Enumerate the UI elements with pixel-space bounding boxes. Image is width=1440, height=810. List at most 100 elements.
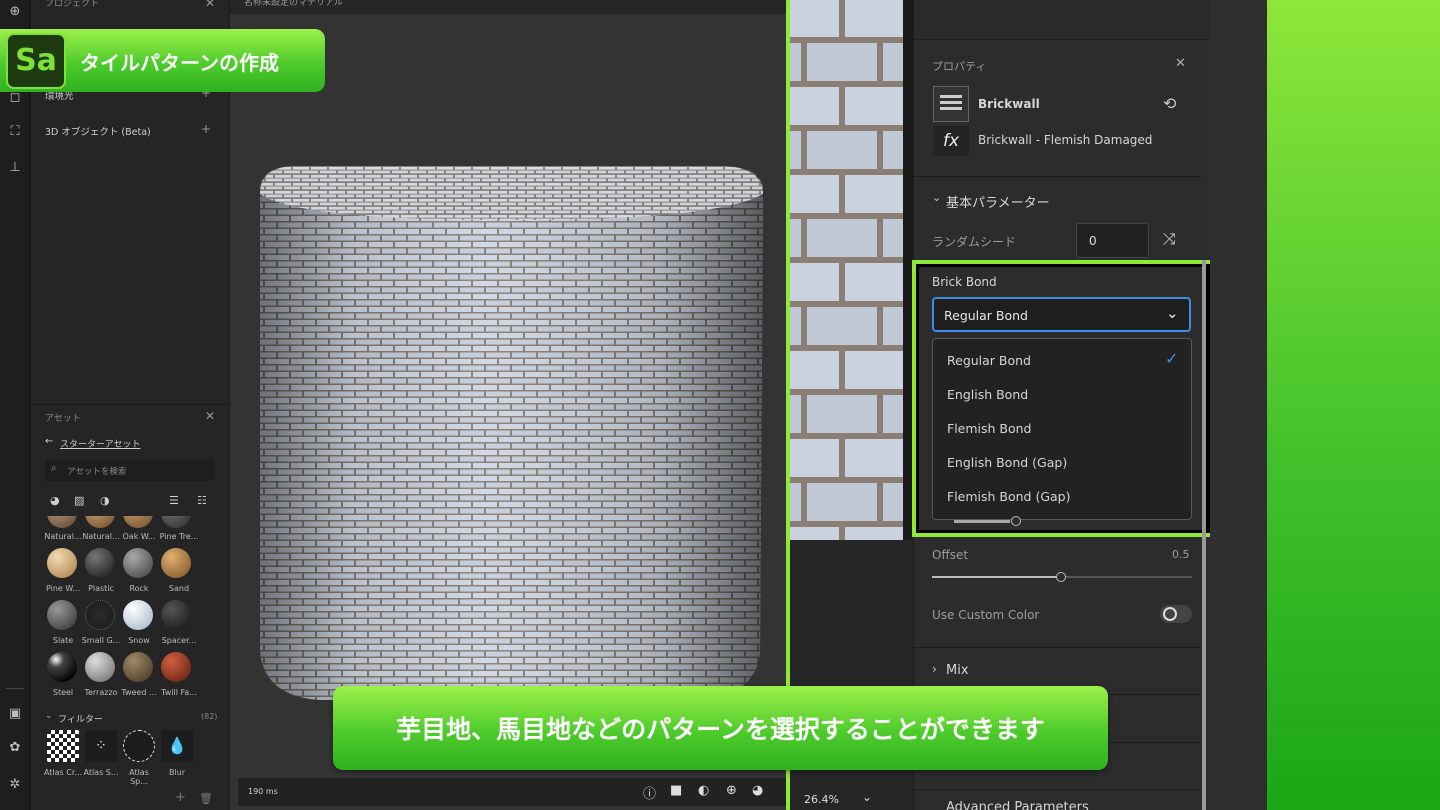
app-badge: Sa: [6, 33, 66, 89]
atlas-scatter-thumbnail[interactable]: ⁘: [85, 730, 117, 762]
back-arrow-icon[interactable]: ←: [45, 436, 53, 447]
checkmark-icon: ✓: [1165, 349, 1179, 368]
close-icon[interactable]: ✕: [205, 0, 215, 10]
material-thumbnail[interactable]: [123, 600, 153, 630]
custom-color-toggle[interactable]: [1160, 605, 1192, 623]
hidden-slider-track: [954, 520, 1010, 523]
material-thumbnail[interactable]: [123, 548, 153, 578]
material-ball-icon[interactable]: ◕: [752, 783, 763, 798]
material-label[interactable]: Rock: [119, 584, 159, 593]
shuffle-icon[interactable]: ⤨: [1163, 229, 1176, 249]
material-label[interactable]: Steel: [43, 688, 83, 697]
caption-banner: 芋目地、馬目地などのパターンを選択することができます: [333, 686, 1108, 770]
material-label[interactable]: Spacer...: [157, 636, 201, 645]
settings-icon[interactable]: ✲: [5, 775, 25, 795]
material-label[interactable]: Oak W...: [119, 532, 159, 541]
material-label[interactable]: Plastic: [81, 584, 121, 593]
offset-slider-fill[interactable]: [932, 576, 1058, 578]
zoom-level[interactable]: 26.4%: [804, 793, 839, 806]
screen-icon[interactable]: ▣: [5, 704, 25, 724]
material-thumbnail[interactable]: [85, 600, 115, 630]
filters-label[interactable]: フィルター: [58, 712, 103, 725]
environment-icon[interactable]: ◐: [698, 783, 709, 798]
section-advanced[interactable]: Advanced Parameters: [946, 800, 1089, 810]
assets-close-icon[interactable]: ✕: [205, 409, 215, 423]
fx-icon: fx: [933, 126, 969, 156]
starter-assets-link[interactable]: スターターアセット: [60, 437, 140, 450]
random-seed-label: ランダムシード: [932, 235, 1017, 249]
option-regular-bond[interactable]: Regular Bond: [947, 353, 1031, 368]
chevron-right-icon[interactable]: ›: [932, 662, 937, 676]
chevron-down-icon: ⌄: [1166, 304, 1179, 322]
title-banner: Sa タイルパターンの作成: [0, 29, 325, 92]
zoom-chevron-icon[interactable]: ⌄: [862, 790, 872, 804]
materials-grid: Natural... Natural... Oak W... Pine Tre.…: [43, 516, 215, 702]
stamp-icon[interactable]: ⊥: [5, 158, 25, 178]
material-filter-icon[interactable]: ◕: [50, 494, 60, 507]
material-thumbnail[interactable]: [123, 652, 153, 682]
atlas-crystal-thumbnail[interactable]: [47, 730, 79, 762]
image-filter-icon[interactable]: ▨: [74, 494, 84, 507]
properties-scrollbar[interactable]: [1202, 260, 1206, 810]
material-label[interactable]: Twill Fa...: [157, 688, 201, 697]
material-label[interactable]: Natural...: [81, 532, 121, 541]
objects-label[interactable]: 3D オブジェクト (Beta): [45, 124, 151, 138]
filter-label[interactable]: Blur: [157, 768, 197, 777]
atlas-splatter-thumbnail[interactable]: [123, 730, 155, 762]
material-label[interactable]: Tweed ...: [119, 688, 159, 697]
filter-label[interactable]: Atlas Sp...: [119, 768, 159, 786]
material-label[interactable]: Terrazzo: [81, 688, 121, 697]
texture-2d-view[interactable]: [790, 0, 903, 540]
offset-slider-track[interactable]: [1062, 576, 1192, 578]
section-mix[interactable]: Mix: [946, 663, 969, 678]
material-label[interactable]: Small G...: [81, 636, 121, 645]
blur-drop-icon[interactable]: 💧: [161, 730, 193, 762]
material-thumbnail[interactable]: [47, 600, 77, 630]
material-label[interactable]: Pine W...: [43, 584, 83, 593]
filter-label[interactable]: Atlas S...: [81, 768, 121, 777]
brick-bond-selected: Regular Bond: [944, 308, 1028, 323]
chevron-down-icon[interactable]: ⌄: [45, 711, 53, 721]
filter-label[interactable]: Atlas Cr...: [43, 768, 83, 777]
fx-icon[interactable]: ✿: [5, 738, 25, 758]
list-view-icon[interactable]: ☷: [197, 494, 207, 507]
material-thumbnail[interactable]: [161, 652, 191, 682]
chevron-down-icon[interactable]: ⌄: [932, 191, 941, 204]
material-label[interactable]: Slate: [43, 636, 83, 645]
globe-icon[interactable]: ⊕: [726, 783, 737, 798]
random-seed-input[interactable]: 0: [1076, 223, 1149, 258]
add-icon[interactable]: ⊕: [5, 2, 25, 22]
material-label[interactable]: Snow: [119, 636, 159, 645]
material-thumbnail[interactable]: [47, 652, 77, 682]
material-thumbnail[interactable]: [47, 548, 77, 578]
material-thumbnail[interactable]: [161, 548, 191, 578]
reset-icon[interactable]: ⟲: [1163, 94, 1176, 113]
section-basic-params[interactable]: 基本パラメーター: [946, 192, 1050, 211]
brickwall-icon: [933, 86, 969, 122]
offset-label: Offset: [932, 548, 969, 562]
add-object-icon[interactable]: +: [201, 122, 211, 136]
offset-slider-handle[interactable]: [1056, 572, 1066, 582]
material-thumbnail[interactable]: [161, 600, 191, 630]
left-panel: プロジェクト ✕ 環境光 + 3D オブジェクト (Beta) + アセット ✕…: [31, 0, 229, 810]
search-input[interactable]: ⌕ アセットを検索: [45, 459, 215, 481]
crop-icon[interactable]: ⛶: [5, 122, 25, 142]
material-label[interactable]: Pine Tre...: [157, 532, 201, 541]
material-thumbnail[interactable]: [85, 652, 115, 682]
close-properties-icon[interactable]: ✕: [1175, 56, 1186, 71]
camera-icon[interactable]: ■: [670, 783, 682, 798]
sort-icon[interactable]: ☰: [169, 494, 179, 507]
brick-bond-select[interactable]: Regular Bond ⌄: [932, 297, 1191, 332]
add-asset-icon[interactable]: +: [175, 790, 186, 805]
material-label[interactable]: Natural...: [43, 532, 83, 541]
option-flemish-bond-gap[interactable]: Flemish Bond (Gap): [947, 489, 1071, 504]
option-english-bond-gap[interactable]: English Bond (Gap): [947, 455, 1067, 470]
info-icon[interactable]: ⓘ: [643, 783, 656, 802]
option-flemish-bond[interactable]: Flemish Bond: [947, 421, 1032, 436]
light-filter-icon[interactable]: ◑: [100, 494, 110, 507]
option-english-bond[interactable]: English Bond: [947, 387, 1028, 402]
material-label[interactable]: Sand: [157, 584, 201, 593]
viewport-status-bar: 190 ms ⓘ ■ ◐ ⊕ ◕: [238, 778, 786, 806]
trash-icon[interactable]: 🗑: [199, 792, 213, 805]
material-thumbnail[interactable]: [85, 548, 115, 578]
